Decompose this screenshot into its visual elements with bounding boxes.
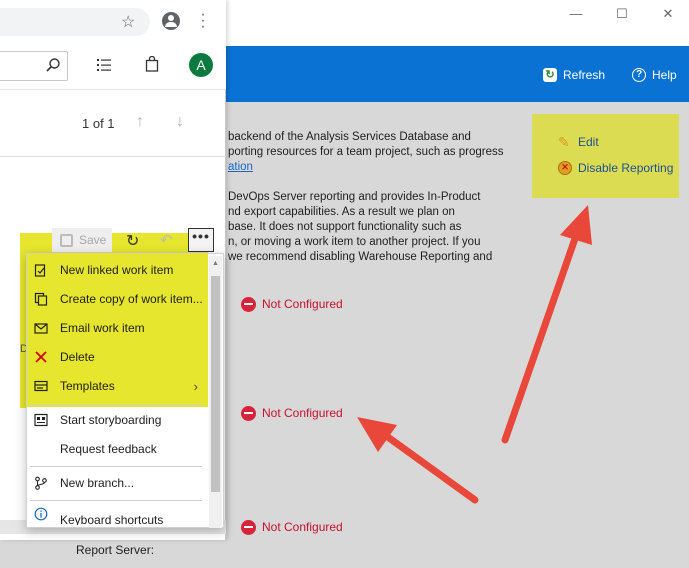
menu-item-new-linked[interactable]: New linked work item bbox=[34, 256, 204, 284]
help-button[interactable]: ? Help bbox=[632, 66, 677, 84]
chevron-right-icon: › bbox=[193, 378, 198, 394]
description-line: n, or moving a work item to another proj… bbox=[228, 236, 481, 248]
scroll-up-icon[interactable]: ▲ bbox=[211, 259, 220, 269]
branch-icon bbox=[35, 476, 47, 490]
description-line: porting resources for a team project, su… bbox=[228, 146, 504, 158]
menu-item-storyboard[interactable]: Start storyboarding bbox=[34, 406, 204, 434]
blank-icon bbox=[34, 442, 48, 456]
menu-item-request-feedback[interactable]: Request feedback bbox=[34, 435, 204, 463]
report-server-label: Report Server: bbox=[76, 543, 155, 557]
refresh-button[interactable]: ↻ Refresh bbox=[543, 66, 605, 84]
pager-text: 1 of 1 bbox=[82, 116, 115, 131]
minimize-button[interactable]: — bbox=[561, 6, 591, 22]
info-icon bbox=[34, 507, 48, 521]
more-actions-button[interactable]: ••• bbox=[188, 228, 214, 252]
menu-item-templates[interactable]: Templates › bbox=[34, 372, 204, 400]
menu-item-label: Templates bbox=[60, 379, 115, 393]
refresh-icon: ↻ bbox=[543, 68, 557, 82]
status-row: Not Configured bbox=[241, 296, 343, 312]
maximize-button[interactable]: ☐ bbox=[607, 6, 637, 22]
description-line: DevOps Server reporting and provides In-… bbox=[228, 191, 481, 203]
refresh-label: Refresh bbox=[563, 68, 606, 82]
menu-item-keyboard-shortcuts[interactable]: Keyboard shortcuts bbox=[34, 503, 204, 525]
menu-item-label: Start storyboarding bbox=[60, 413, 162, 427]
description-line: backend of the Analysis Services Databas… bbox=[228, 131, 471, 143]
arrow-up-icon[interactable]: ↑ bbox=[136, 113, 144, 131]
search-icon[interactable] bbox=[45, 57, 61, 73]
disable-label: Disable Reporting bbox=[578, 161, 674, 175]
menu-item-label: Keyboard shortcuts bbox=[60, 513, 164, 525]
save-icon bbox=[60, 233, 73, 247]
status-row: Not Configured bbox=[241, 519, 343, 535]
save-label: Save bbox=[79, 233, 107, 247]
menu-item-copy[interactable]: Create copy of work item... bbox=[34, 285, 204, 313]
menu-separator bbox=[30, 500, 202, 501]
templates-icon bbox=[34, 380, 48, 392]
status-text: Not Configured bbox=[262, 297, 343, 311]
divider bbox=[0, 156, 226, 157]
email-icon bbox=[34, 323, 48, 334]
description-line: base. It does not support functionality … bbox=[228, 221, 462, 233]
menu-item-label: New branch... bbox=[60, 476, 135, 490]
storyboard-icon bbox=[34, 413, 48, 427]
status-text: Not Configured bbox=[262, 406, 343, 420]
refresh-icon[interactable]: ↻ bbox=[126, 231, 139, 251]
close-button[interactable]: ✕ bbox=[653, 6, 683, 22]
menu-item-label: New linked work item bbox=[60, 263, 174, 277]
edit-label: Edit bbox=[578, 135, 599, 149]
browser-menu-icon[interactable]: · · · bbox=[199, 7, 207, 35]
not-configured-icon bbox=[241, 519, 256, 535]
new-linked-icon bbox=[34, 264, 46, 277]
not-configured-icon bbox=[241, 405, 256, 421]
menu-scroll-thumb[interactable] bbox=[211, 276, 220, 492]
menu-separator bbox=[30, 404, 202, 405]
menu-separator bbox=[30, 466, 202, 467]
help-label: Help bbox=[652, 68, 677, 82]
status-text: Not Configured bbox=[262, 520, 343, 534]
actions-highlight bbox=[532, 114, 679, 198]
help-icon: ? bbox=[632, 68, 646, 82]
menu-item-label: Create copy of work item... bbox=[60, 292, 203, 306]
save-button[interactable]: Save bbox=[52, 228, 112, 252]
learn-more-link[interactable]: ation bbox=[228, 160, 253, 175]
menu-item-email[interactable]: Email work item bbox=[34, 314, 204, 342]
menu-item-label: Delete bbox=[60, 350, 95, 364]
disable-icon: ✕ bbox=[558, 161, 572, 175]
arrow-down-icon[interactable]: ↓ bbox=[176, 113, 184, 131]
avatar[interactable]: A bbox=[189, 53, 213, 77]
description-line: we recommend disabling Warehouse Reporti… bbox=[228, 251, 493, 263]
status-row: Not Configured bbox=[241, 405, 343, 421]
not-configured-icon bbox=[241, 296, 256, 312]
edit-action[interactable]: ✎ Edit bbox=[558, 134, 599, 150]
menu-item-label: Request feedback bbox=[60, 442, 157, 456]
disable-reporting-action[interactable]: ✕ Disable Reporting bbox=[558, 160, 673, 176]
menu-item-delete[interactable]: Delete bbox=[34, 343, 204, 371]
list-icon[interactable] bbox=[96, 58, 112, 72]
delete-icon bbox=[35, 351, 47, 363]
menu-item-new-branch[interactable]: New branch... bbox=[34, 469, 204, 497]
marketplace-icon[interactable] bbox=[145, 56, 159, 72]
copy-icon bbox=[34, 292, 48, 306]
menu-item-label: Email work item bbox=[60, 321, 145, 335]
star-icon[interactable]: ☆ bbox=[121, 12, 135, 32]
pencil-icon: ✎ bbox=[558, 134, 570, 150]
description-line: nd export capabilities. As a result we p… bbox=[228, 206, 455, 218]
profile-icon[interactable] bbox=[162, 12, 180, 30]
undo-icon[interactable]: ↶ bbox=[160, 231, 173, 249]
